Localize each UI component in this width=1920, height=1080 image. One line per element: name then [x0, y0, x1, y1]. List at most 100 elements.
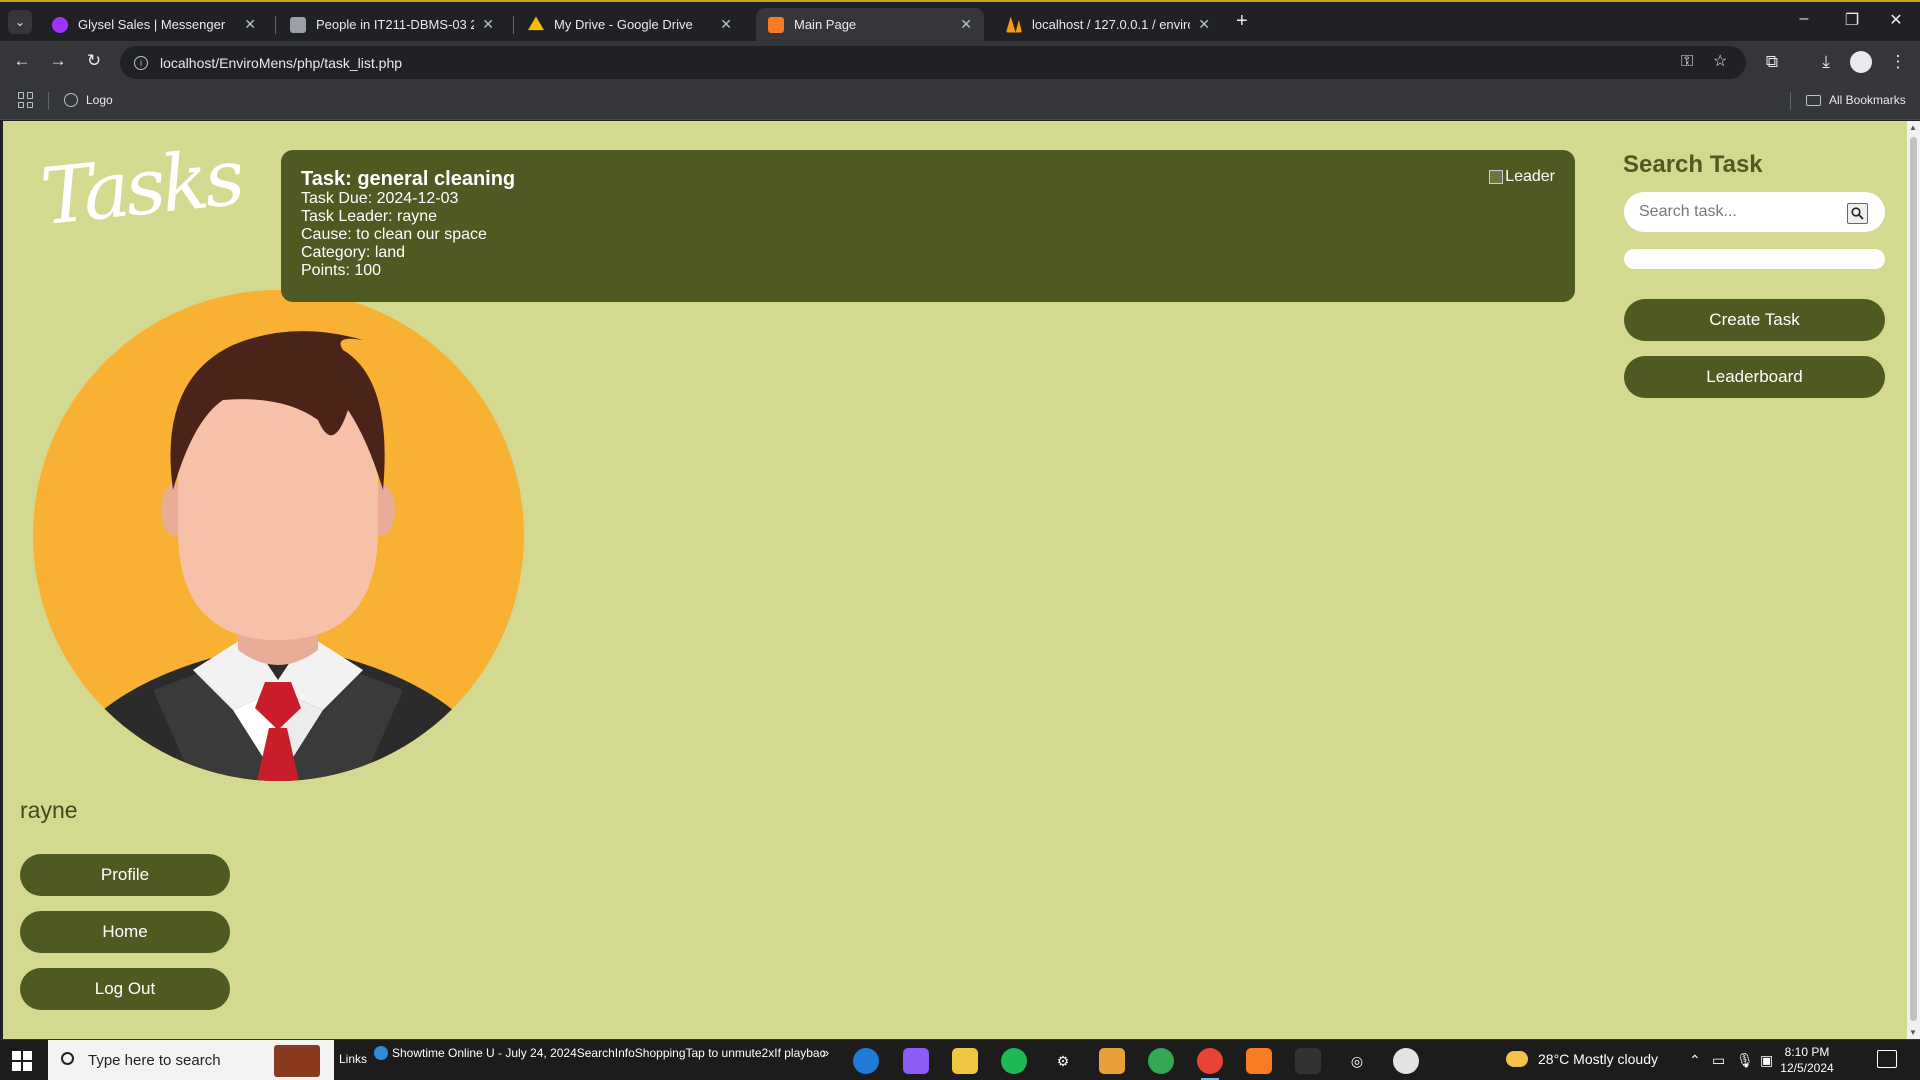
apps-grid-icon[interactable] [18, 92, 34, 108]
obs-app-icon[interactable]: ◎ [1344, 1048, 1370, 1074]
restore-button[interactable]: ❐ [1832, 10, 1872, 30]
file-explorer-icon[interactable] [952, 1048, 978, 1074]
profile-button[interactable]: Profile [20, 854, 230, 896]
search-input[interactable] [1639, 192, 1839, 232]
tray-chevron-up-icon[interactable]: ⌃ [1689, 1052, 1701, 1069]
chevron-right-icon[interactable]: » [822, 1045, 829, 1060]
meet-now-icon[interactable]: ▭ [1712, 1052, 1725, 1069]
new-tab-button[interactable]: + [1236, 10, 1248, 33]
links-toolbar[interactable]: Links [339, 1052, 367, 1066]
search-button[interactable] [1847, 203, 1868, 224]
url-text[interactable]: localhost/EnviroMens/php/task_list.php [160, 55, 402, 71]
close-icon[interactable]: ✕ [720, 16, 732, 33]
plus-icon: + [1236, 10, 1248, 32]
site-info-icon[interactable]: i [134, 55, 148, 70]
chrome-icon[interactable] [1148, 1048, 1174, 1074]
paint-app-icon[interactable] [1393, 1048, 1419, 1074]
terminal-app-icon[interactable] [1295, 1048, 1321, 1074]
close-icon[interactable]: ✕ [1198, 16, 1210, 33]
page-scrollbar[interactable]: ▲ ▼ [1907, 121, 1920, 1039]
xampp-app-icon[interactable] [1246, 1048, 1272, 1074]
clock-date: 12/5/2024 [1780, 1061, 1834, 1075]
tasks-logo: Tasks [36, 132, 245, 244]
task-points: Points: 100 [301, 262, 382, 279]
tab-messenger[interactable]: Glysel Sales | Messenger ✕ [40, 8, 268, 41]
menu-icon[interactable]: ⋮ [1886, 52, 1910, 72]
bookmark-logo[interactable]: Logo [64, 93, 113, 107]
taskbar-search-placeholder: Type here to search [88, 1052, 221, 1069]
tab-phpmyadmin[interactable]: localhost / 127.0.0.1 / environme ✕ [994, 8, 1222, 41]
close-icon[interactable]: ✕ [960, 16, 972, 33]
google-drive-icon [528, 16, 544, 31]
notification-icon[interactable] [1877, 1050, 1897, 1068]
copilot-app-icon[interactable] [903, 1048, 929, 1074]
create-task-button[interactable]: Create Task [1624, 299, 1885, 341]
edge-app-icon[interactable] [853, 1048, 879, 1074]
password-key-icon[interactable]: ⚿ [1681, 53, 1693, 71]
log-out-button[interactable]: Log Out [20, 968, 230, 1010]
minimize-icon: – [1799, 10, 1809, 27]
tab-strip: ⌄ Glysel Sales | Messenger ✕ People in I… [0, 0, 1920, 41]
tab-title: localhost / 127.0.0.1 / environme [1032, 17, 1190, 32]
bookmarks-bar: Logo All Bookmarks [0, 84, 1920, 120]
all-bookmarks[interactable]: All Bookmarks [1806, 93, 1906, 107]
avatar-illustration [103, 331, 453, 781]
tab-main-page[interactable]: Main Page ✕ [756, 8, 984, 41]
news-ticker[interactable]: Showtime Online U - July 24, 2024SearchI… [374, 1046, 826, 1060]
extensions-icon[interactable]: ⧉ [1760, 52, 1784, 72]
download-icon[interactable]: ⤓ [1814, 52, 1838, 72]
tab-title: My Drive - Google Drive [554, 17, 693, 32]
leaderboard-button[interactable]: Leaderboard [1624, 356, 1885, 398]
windows-taskbar: Type here to search Links Showtime Onlin… [0, 1039, 1920, 1080]
forward-button[interactable]: → [46, 51, 70, 71]
search-results-box [1624, 249, 1885, 269]
tab-search-button[interactable]: ⌄ [8, 10, 32, 34]
username-label: rayne [20, 797, 78, 823]
settings-gear-icon[interactable]: ⚙ [1050, 1048, 1076, 1074]
microphone-icon[interactable]: 🎙 [1736, 1052, 1754, 1069]
bookmark-separator [48, 92, 49, 110]
close-icon[interactable]: ✕ [244, 16, 256, 33]
profile-avatar[interactable] [1850, 51, 1872, 73]
scroll-up-icon[interactable]: ▲ [1909, 123, 1917, 132]
search-box [1624, 192, 1885, 232]
window-close-button[interactable]: ✕ [1876, 10, 1916, 30]
tab-title: People in IT211-DBMS-03 2103 [316, 17, 475, 32]
arrow-right-icon: → [49, 51, 67, 70]
bookmark-label: Logo [86, 93, 113, 107]
tab-separator [513, 16, 514, 34]
minimize-button[interactable]: – [1784, 10, 1824, 28]
windows-start-icon[interactable] [12, 1051, 32, 1071]
cloud-sun-icon [1506, 1051, 1528, 1067]
home-button[interactable]: Home [20, 911, 230, 953]
reload-icon: ↻ [86, 51, 102, 70]
folder-icon [1806, 94, 1821, 106]
task-card[interactable]: Task: general cleaning Task Due: 2024-12… [281, 150, 1575, 302]
chrome-active-icon[interactable] [1197, 1048, 1223, 1080]
scrollbar-thumb[interactable] [1910, 137, 1917, 1021]
scroll-down-icon[interactable]: ▼ [1909, 1028, 1917, 1037]
tab-separator [275, 16, 276, 34]
bookmark-star-icon[interactable]: ☆ [1713, 51, 1727, 71]
globe-icon [64, 93, 78, 107]
search-task-heading: Search Task [1623, 151, 1763, 178]
reload-button[interactable]: ↻ [82, 51, 106, 71]
fireplace-image [274, 1045, 320, 1077]
weather-widget[interactable]: 28°C Mostly cloudy [1506, 1051, 1658, 1067]
close-icon[interactable]: ✕ [482, 16, 494, 33]
medal-app-icon[interactable] [1099, 1048, 1125, 1074]
task-category: Category: land [301, 244, 406, 261]
leader-image: Leader [1489, 168, 1555, 186]
address-bar[interactable]: i localhost/EnviroMens/php/task_list.php [120, 46, 1746, 79]
tab-people[interactable]: People in IT211-DBMS-03 2103 ✕ [278, 8, 506, 41]
spotify-icon[interactable] [1001, 1048, 1027, 1074]
task-cause: Cause: to clean our space [301, 226, 487, 243]
network-icon[interactable]: ▣ [1760, 1052, 1773, 1069]
system-clock[interactable]: 8:10 PM 12/5/2024 [1777, 1044, 1837, 1076]
back-button[interactable]: ← [10, 51, 34, 71]
tab-google-drive[interactable]: My Drive - Google Drive ✕ [516, 8, 744, 41]
messenger-icon [52, 16, 68, 33]
all-bookmarks-label: All Bookmarks [1829, 93, 1906, 107]
phpmyadmin-icon [1006, 16, 1022, 33]
taskbar-search[interactable]: Type here to search [48, 1040, 334, 1080]
